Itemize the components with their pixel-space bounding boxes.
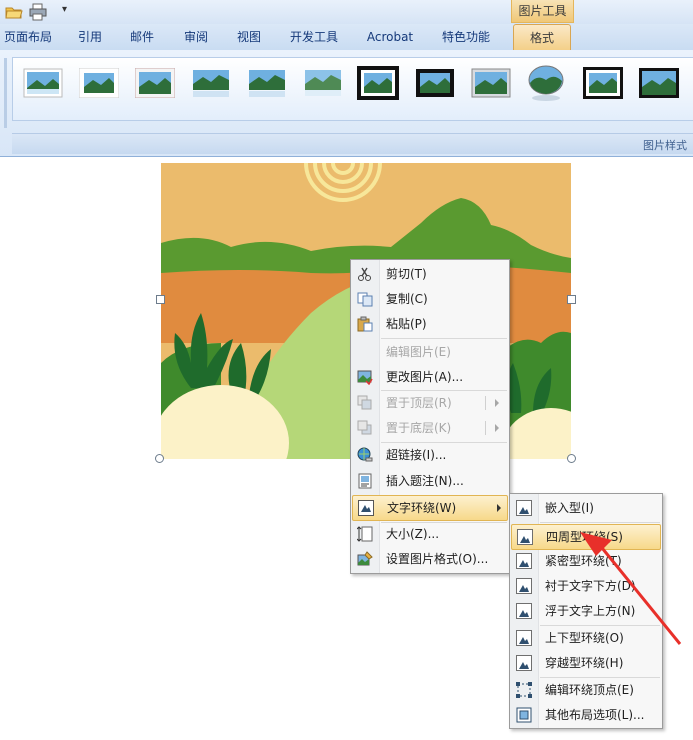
menu-item-cut[interactable]: 剪切(T) — [352, 262, 508, 286]
tab-references[interactable]: 引用 — [72, 24, 108, 50]
resize-handle-left[interactable] — [156, 295, 165, 304]
submenu-separator — [540, 522, 660, 523]
submenu-item-inline[interactable]: 嵌入型(I) — [511, 496, 661, 520]
tab-mailings[interactable]: 邮件 — [124, 24, 160, 50]
submenu-arrow-icon — [495, 424, 499, 432]
wrap-tight-icon — [516, 553, 532, 569]
menu-item-text-wrapping[interactable]: 文字环绕(W) — [352, 495, 508, 521]
paste-icon — [357, 316, 373, 332]
menu-item-format-picture[interactable]: 设置图片格式(O)... — [352, 547, 508, 571]
submenu-item-top-bottom[interactable]: 上下型环绕(O) — [511, 626, 661, 650]
menu-item-send-to-back[interactable]: 置于底层(K) — [352, 416, 508, 440]
picture-style-reflected[interactable] — [191, 68, 231, 98]
send-back-icon — [357, 420, 373, 436]
ribbon-group-footer: 图片样式 — [12, 133, 693, 154]
change-picture-icon — [357, 369, 373, 386]
layout-options-icon — [516, 707, 532, 723]
menu-item-paste[interactable]: 粘贴(P) — [352, 312, 508, 336]
submenu-item-tight[interactable]: 紧密型环绕(T) — [511, 549, 661, 573]
tab-page-layout[interactable]: 页面布局 — [0, 24, 56, 50]
submenu-item-edit-wrap-points[interactable]: 编辑环绕顶点(E) — [511, 678, 661, 702]
picture-style-soft-edge[interactable] — [303, 68, 343, 98]
picture-style-white-frame[interactable] — [78, 67, 120, 99]
ribbon-panel: 图片样式 — [0, 50, 693, 157]
picture-style-beveled[interactable] — [471, 68, 511, 98]
wrap-top-bottom-icon — [516, 630, 532, 646]
submenu-item-behind-text[interactable]: 衬于文字下方(D) — [511, 574, 661, 598]
picture-style-black-shadow[interactable] — [415, 68, 455, 98]
menu-item-bring-to-front[interactable]: 置于顶层(R) — [352, 391, 508, 415]
picture-style-oval[interactable] — [527, 64, 565, 102]
tab-format[interactable]: 格式 — [513, 24, 571, 51]
picture-style-black-frame[interactable] — [583, 67, 623, 99]
menu-separator — [381, 338, 507, 339]
size-icon — [356, 526, 373, 542]
resize-handle-right[interactable] — [567, 295, 576, 304]
menu-item-change-picture[interactable]: 更改图片(A)... — [352, 365, 508, 389]
qat-customize-icon[interactable]: ▾ — [62, 4, 67, 15]
wrap-in-front-icon — [516, 603, 532, 619]
copy-icon — [357, 291, 373, 307]
edit-wrap-points-icon — [516, 682, 532, 698]
menu-item-hyperlink[interactable]: 超链接(I)... — [352, 443, 508, 467]
resize-handle-bottom-left[interactable] — [155, 454, 164, 463]
menu-item-edit-picture[interactable]: 编辑图片(E) — [352, 340, 508, 364]
quick-access-toolbar: ▾ — [0, 0, 693, 24]
text-wrap-icon — [358, 500, 374, 516]
picture-style-double-frame[interactable] — [639, 68, 679, 98]
submenu-item-in-front-of-text[interactable]: 浮于文字上方(N) — [511, 599, 661, 623]
hyperlink-icon — [357, 447, 373, 463]
menu-item-size[interactable]: 大小(Z)... — [352, 522, 508, 546]
menu-item-insert-caption[interactable]: 插入题注(N)... — [352, 469, 508, 493]
split-divider — [485, 421, 486, 435]
tab-acrobat[interactable]: Acrobat — [362, 24, 418, 50]
submenu-arrow-icon — [497, 504, 501, 512]
picture-styles-gallery — [12, 57, 693, 121]
group-label-picture-styles: 图片样式 — [643, 139, 687, 152]
text-wrapping-submenu: 嵌入型(I) 四周型环绕(S) 紧密型环绕(T) 衬于文字下方(D) 浮于文字上… — [509, 493, 663, 729]
submenu-item-square[interactable]: 四周型环绕(S) — [511, 524, 661, 550]
bring-front-icon — [357, 395, 373, 411]
picture-style-reflected-2[interactable] — [247, 68, 287, 98]
wrap-through-icon — [516, 655, 532, 671]
picture-tools-title: 图片工具 — [511, 0, 574, 23]
wrap-inline-icon — [516, 500, 532, 516]
menu-item-copy[interactable]: 复制(C) — [352, 287, 508, 311]
tab-developer[interactable]: 开发工具 — [284, 24, 344, 50]
picture-style-soft-frame[interactable] — [134, 67, 176, 99]
caption-icon — [357, 473, 373, 489]
wrap-square-icon — [517, 529, 533, 545]
resize-handle-bottom-right[interactable] — [567, 454, 576, 463]
ribbon-tab-bar: 页面布局 引用 邮件 审阅 视图 开发工具 Acrobat 特色功能 格式 — [0, 24, 693, 51]
folder-open-icon[interactable] — [5, 3, 23, 21]
tab-review[interactable]: 审阅 — [178, 24, 214, 50]
format-picture-icon — [357, 551, 373, 567]
wrap-behind-text-icon — [516, 578, 532, 594]
split-divider — [485, 396, 486, 410]
picture-style-thick-black-frame[interactable] — [357, 66, 399, 100]
tab-view[interactable]: 视图 — [231, 24, 267, 50]
tab-special-features[interactable]: 特色功能 — [436, 24, 496, 50]
submenu-item-through[interactable]: 穿越型环绕(H) — [511, 651, 661, 675]
scissors-icon — [357, 266, 373, 282]
submenu-item-more-layout-options[interactable]: 其他布局选项(L)... — [511, 703, 661, 727]
submenu-arrow-icon — [495, 399, 499, 407]
context-menu: 剪切(T) 复制(C) 粘贴(P) 编辑图片(E) 更改图片(A)... 置于顶… — [350, 259, 510, 574]
print-icon[interactable] — [29, 3, 47, 21]
picture-style-simple-frame[interactable] — [23, 68, 63, 98]
ribbon-divider — [4, 58, 7, 128]
